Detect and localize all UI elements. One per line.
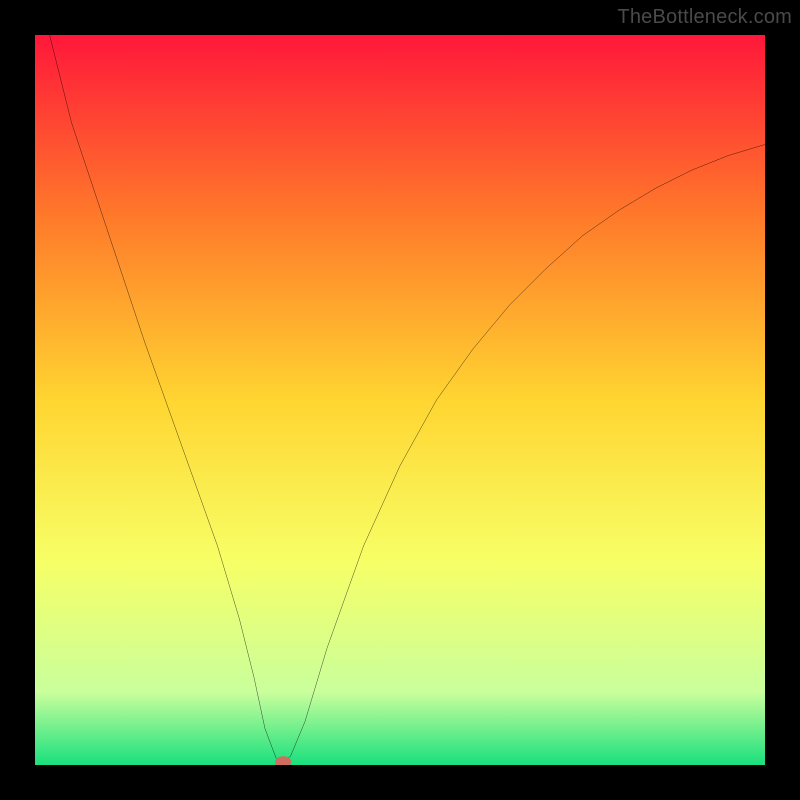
plot-svg [35,35,765,765]
chart-stage: TheBottleneck.com [0,0,800,800]
watermark-text: TheBottleneck.com [617,6,792,29]
bottleneck-curve [50,35,765,762]
plot-area [35,35,765,765]
